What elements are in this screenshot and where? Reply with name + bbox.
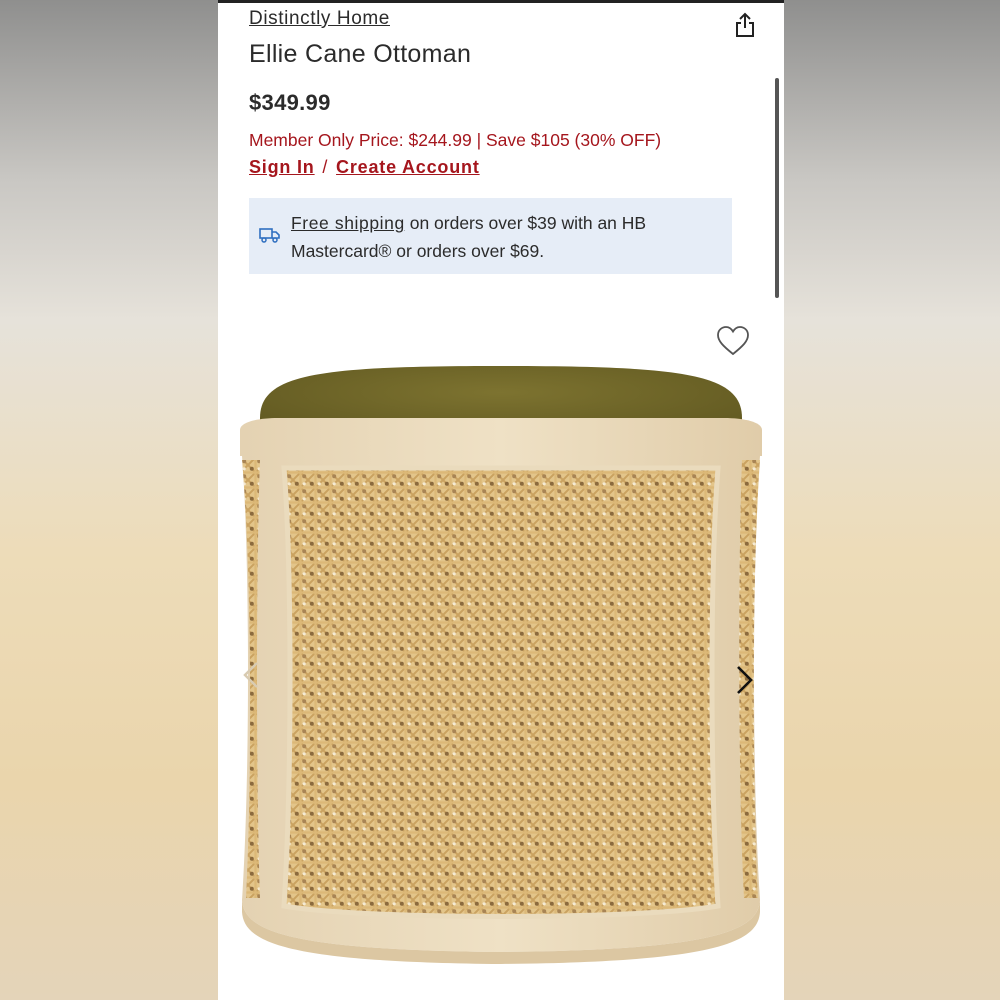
product-page: Distinctly Home Ellie Cane Ottoman $349.… [218,0,784,1000]
shipping-banner: Free shipping on orders over $39 with an… [249,198,732,274]
background-left [0,0,218,1000]
shipping-text: Free shipping on orders over $39 with an… [291,209,721,265]
member-price: Member Only Price: $244.99 | Save $105 (… [249,130,662,150]
product-price: $349.99 [249,90,331,115]
background-right [784,0,1000,1000]
account-links: Sign In / Create Account [249,157,480,178]
heart-icon[interactable] [716,325,750,357]
create-account-link[interactable]: Create Account [336,157,480,177]
sign-in-link[interactable]: Sign In [249,157,315,177]
chevron-left-icon[interactable] [242,660,260,690]
top-divider [218,0,784,3]
product-image [240,366,762,964]
share-icon[interactable] [734,12,756,38]
free-shipping-link[interactable]: Free shipping [291,213,405,233]
scrollbar[interactable] [775,78,779,298]
link-separator: / [322,157,329,177]
truck-icon [259,228,280,243]
product-title: Ellie Cane Ottoman [249,40,472,68]
brand-link[interactable]: Distinctly Home [249,8,390,30]
chevron-right-icon[interactable] [734,664,754,696]
